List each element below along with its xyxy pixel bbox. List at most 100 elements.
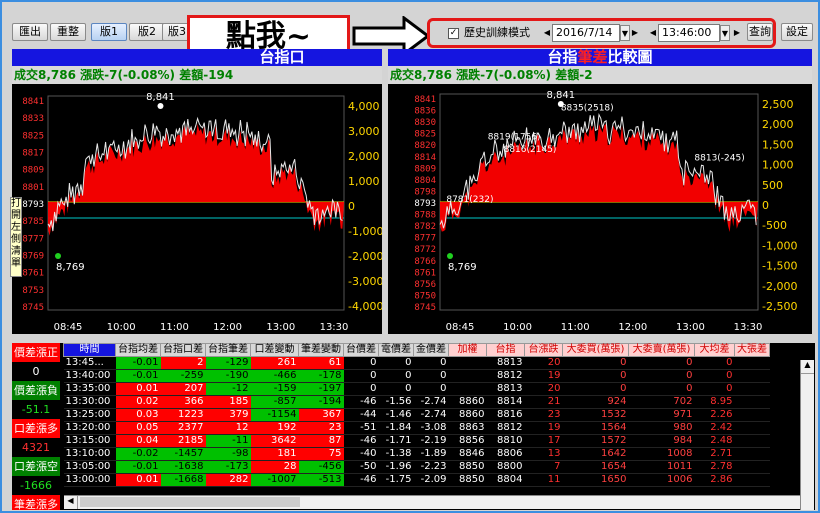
stat-label: 口差漲多 [12, 419, 60, 438]
low-marker [447, 253, 453, 259]
vertical-scrollbar[interactable]: ▲ [800, 360, 814, 510]
table-row[interactable]: 13:15:00 0.04 2185 -11 3642 87 -46 -1.71 -2.19 88… [63, 434, 770, 448]
y-left-tick: 8833 [22, 114, 44, 124]
table-cell: -513 [298, 473, 344, 487]
scroll-up-icon[interactable]: ▲ [801, 360, 814, 374]
column-header[interactable]: 台指口差 [160, 343, 206, 357]
table-cell: 8860 [448, 395, 487, 409]
table-cell: 13:30:00 [63, 395, 116, 409]
table-row[interactable]: 13:25:00 0.03 1223 379 -1154 367 -44 -1.46 -2.74… [63, 408, 770, 422]
annotation: 8835(2518) [561, 103, 614, 113]
table-cell: 1223 [160, 408, 206, 422]
table-cell [734, 382, 770, 396]
table-cell [734, 421, 770, 435]
annotation: 8816(2145) [504, 145, 557, 155]
column-header[interactable]: 電價差 [378, 343, 414, 357]
table-cell: 0 [694, 369, 735, 383]
table-cell: 8.95 [694, 395, 735, 409]
y-left-tick: 8836 [414, 107, 436, 117]
table-cell: 8860 [448, 408, 487, 422]
y-left-tick: 8777 [414, 234, 436, 244]
x-tick: 08:45 [446, 322, 475, 333]
tab-layout-2[interactable]: 版2 [129, 23, 165, 41]
table-row[interactable]: 13:20:00 0.05 2377 12 192 23 -51 -1.84 -3.08 8863… [63, 421, 770, 435]
column-header[interactable]: 口差變動 [250, 343, 299, 357]
table-cell: 0 [343, 369, 379, 383]
tab-layout-1[interactable]: 版1 [91, 23, 127, 41]
table-row[interactable]: 13:35:00 0.01 207 -12 -159 -197 0 0 0 8813 20 0 0 0 [63, 382, 770, 396]
table-cell: 28 [250, 460, 299, 474]
query-button[interactable]: 查詢 [747, 23, 773, 41]
column-header[interactable]: 筆差變動 [298, 343, 344, 357]
high-label: 8,841 [146, 92, 175, 103]
column-header[interactable]: 時間 [63, 343, 116, 357]
table-row[interactable]: 13:00:00 0.01 -1668 282 -1007 -513 -46 -1.75 -2.… [63, 473, 770, 487]
horizontal-scrollbar[interactable]: ◀ [64, 495, 800, 509]
y-left-tick: 8761 [22, 269, 44, 279]
column-header[interactable]: 加權 [448, 343, 487, 357]
table-cell: 23 [524, 408, 563, 422]
table-cell: 282 [205, 473, 251, 487]
low-label: 8,769 [448, 262, 477, 273]
table-cell [734, 395, 770, 409]
low-marker [55, 253, 61, 259]
table-cell: -46 [343, 473, 379, 487]
table-cell: 0 [562, 369, 629, 383]
date-prev-icon[interactable]: ◀ [542, 25, 552, 41]
table-row[interactable]: 13:40:00 -0.01 -259 -190 -466 -178 0 0 0 8812 19 0 0… [63, 369, 770, 383]
column-header[interactable]: 金價差 [413, 343, 449, 357]
column-header[interactable]: 台指筆差 [205, 343, 251, 357]
table-row[interactable]: 13:45... -0.01 2 -129 261 61 0 0 0 8813 20 0 0 0 [63, 356, 770, 370]
column-header[interactable]: 大張差 [734, 343, 770, 357]
time-field[interactable]: 13:46:00 [658, 24, 720, 42]
table-cell: 1008 [628, 447, 695, 461]
table-row[interactable]: 13:30:00 0.02 366 185 -857 -194 -46 -1.56 -2.74 8… [63, 395, 770, 409]
y-left-tick: 8793 [22, 200, 44, 210]
column-header[interactable]: 台指均差 [115, 343, 161, 357]
export-button[interactable]: 匯出 [12, 23, 48, 41]
table-cell: 185 [205, 395, 251, 409]
scroll-left-icon[interactable]: ◀ [64, 496, 78, 509]
table-cell [734, 434, 770, 448]
table-cell: 1011 [628, 460, 695, 474]
column-header[interactable]: 台價差 [343, 343, 379, 357]
settings-button[interactable]: 設定 [781, 23, 813, 41]
table-cell: -1.38 [378, 447, 414, 461]
table-cell: 13 [524, 447, 563, 461]
table-cell: -1.75 [378, 473, 414, 487]
table-cell: 8813 [486, 382, 525, 396]
date-field[interactable]: 2016/7/14 [552, 24, 620, 42]
table-cell [734, 447, 770, 461]
table-row[interactable]: 13:10:00 -0.02 -1457 -98 181 75 -40 -1.38 -1.89 8… [63, 447, 770, 461]
table-cell: 0 [343, 356, 379, 370]
reset-button[interactable]: 重整 [50, 23, 86, 41]
column-header[interactable]: 台漲跌 [524, 343, 563, 357]
table-cell: 13:15:00 [63, 434, 116, 448]
column-header[interactable]: 大委賣(萬張) [628, 343, 695, 357]
right-panel-title: 台指筆差比較圖 [388, 49, 812, 66]
date-dropdown-icon[interactable]: ▼ [620, 25, 630, 41]
scroll-thumb[interactable] [80, 497, 300, 507]
open-left-list-tab[interactable]: 打開左側清單 [10, 197, 22, 277]
table-cell: 0 [694, 356, 735, 370]
time-next-icon[interactable]: ▶ [732, 25, 742, 41]
y-left-tick: 8769 [22, 252, 44, 262]
table-cell: 8806 [486, 447, 525, 461]
column-header[interactable]: 大委買(萬張) [562, 343, 629, 357]
table-cell: 8804 [486, 473, 525, 487]
stat-value: -51.1 [12, 400, 60, 419]
time-prev-icon[interactable]: ◀ [648, 25, 658, 41]
column-header[interactable]: 大均差 [694, 343, 735, 357]
history-mode-checkbox[interactable]: ✓ [448, 28, 459, 39]
table-cell: 11 [524, 473, 563, 487]
table-cell: -98 [205, 447, 251, 461]
table-row[interactable]: 13:05:00 -0.01 -1638 -173 28 -456 -50 -1.96 -2.2… [63, 460, 770, 474]
y-left-tick: 8801 [22, 183, 44, 193]
table-cell: -12 [205, 382, 251, 396]
table-cell: -1.89 [413, 447, 449, 461]
column-header[interactable]: 台指 [486, 343, 525, 357]
date-next-icon[interactable]: ▶ [630, 25, 640, 41]
y-right-tick: 4,000 [348, 100, 380, 113]
table-cell: 2 [160, 356, 206, 370]
time-dropdown-icon[interactable]: ▼ [720, 25, 730, 41]
